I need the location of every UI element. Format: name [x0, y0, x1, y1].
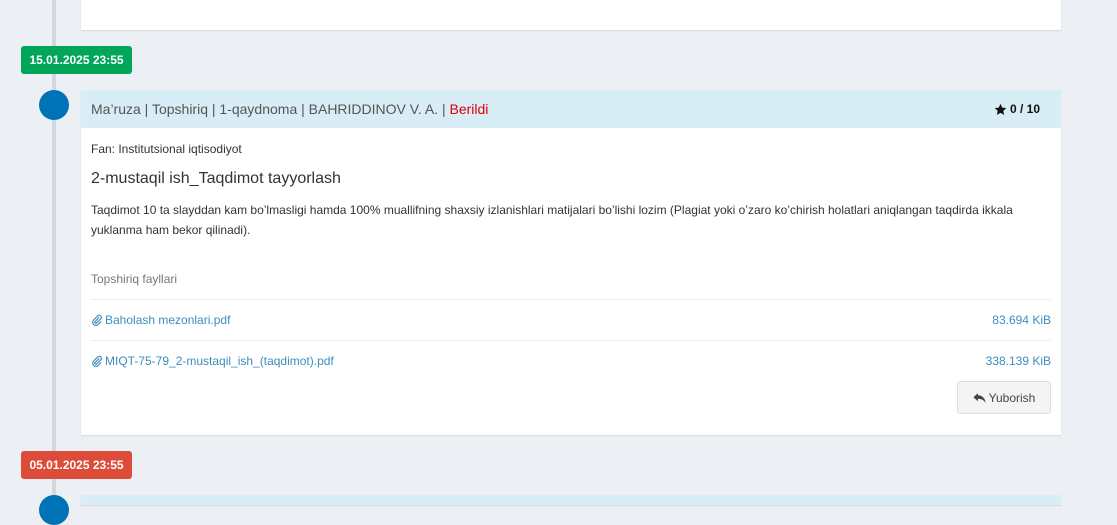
timeline-item: Ma’ruza | Topshiriq | 1-qaydnoma | BAHRI…	[81, 90, 1061, 435]
header-breadcrumb: Ma’ruza | Topshiriq | 1-qaydnoma | BAHRI…	[91, 101, 450, 117]
file-link[interactable]: MIQT-75-79_2-mustaqil_ish_(taqdimot).pdf	[91, 354, 334, 368]
task-title: 2-mustaqil ish_Taqdimot tayyorlash	[91, 170, 341, 187]
date-badge: 05.01.2025 23:55	[21, 451, 132, 479]
star-icon	[994, 103, 1007, 115]
item-header: Ma’ruza | Topshiriq | 1-qaydnoma | BAHRI…	[81, 90, 1061, 128]
file-name: Baholash mezonlari.pdf	[105, 313, 231, 327]
date-badge: 15.01.2025 23:55	[21, 46, 132, 74]
send-button-label: Yuborish	[988, 390, 1036, 405]
score-value: 0 / 10	[1009, 102, 1040, 116]
send-button[interactable]: Yuborish	[957, 381, 1051, 414]
file-name: MIQT-75-79_2-mustaqil_ish_(taqdimot).pdf	[105, 354, 334, 368]
file-row: Baholash mezonlari.pdf 83.694 KiB	[91, 310, 1051, 330]
file-link[interactable]: Baholash mezonlari.pdf	[91, 313, 230, 327]
file-size: 83.694 KiB	[992, 313, 1051, 327]
page-margin	[1101, 0, 1117, 500]
reply-icon	[973, 392, 986, 403]
files-label: Topshiriq fayllari	[91, 272, 178, 286]
file-size: 338.139 KiB	[985, 354, 1051, 368]
timeline-line	[52, 0, 56, 500]
divider	[91, 299, 1051, 300]
previous-timeline-item	[81, 0, 1061, 30]
status-text: Berildi	[449, 101, 489, 117]
file-row: MIQT-75-79_2-mustaqil_ish_(taqdimot).pdf…	[91, 351, 1051, 371]
score: 0 / 10	[994, 102, 1040, 116]
task-description: Taqdimot 10 ta slayddan kam bo’lmasligi …	[91, 203, 1013, 237]
subject-label: Fan: Institutsional iqtisodiyot	[91, 142, 242, 156]
item-header-title: Ma’ruza | Topshiriq | 1-qaydnoma | BAHRI…	[91, 101, 488, 117]
paperclip-icon	[92, 314, 102, 326]
divider	[91, 340, 1051, 341]
next-timeline-item	[81, 495, 1061, 505]
paperclip-icon	[92, 355, 102, 367]
timeline-dot	[39, 90, 69, 120]
